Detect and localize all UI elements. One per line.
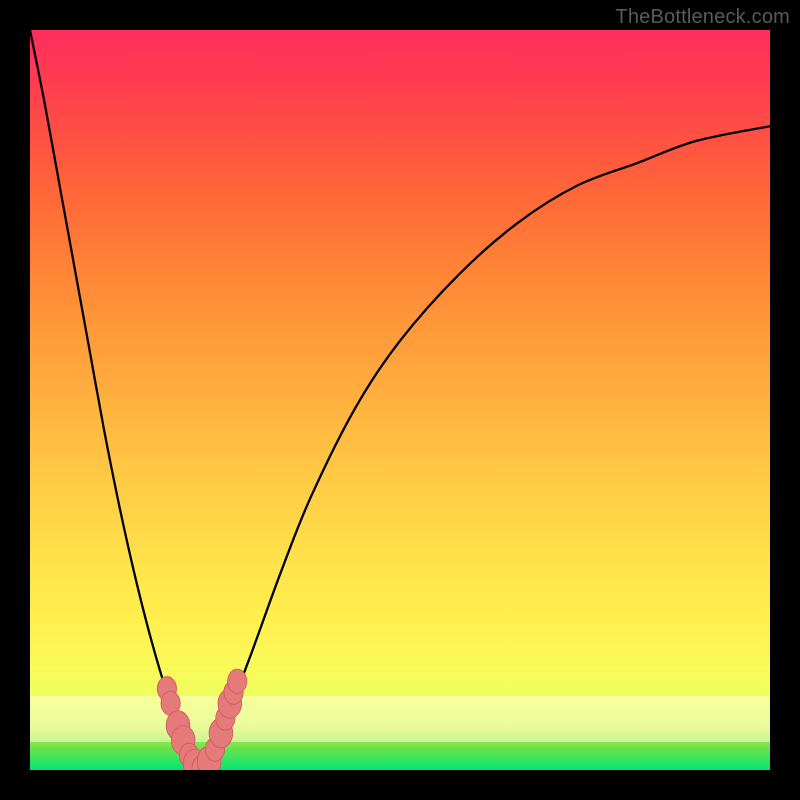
- watermark-text: TheBottleneck.com: [615, 6, 790, 29]
- plot-area: [30, 30, 770, 770]
- bottleneck-curve: [30, 30, 770, 770]
- data-marker: [228, 669, 247, 693]
- chart-frame: TheBottleneck.com: [0, 0, 800, 800]
- curve-layer: [30, 30, 770, 770]
